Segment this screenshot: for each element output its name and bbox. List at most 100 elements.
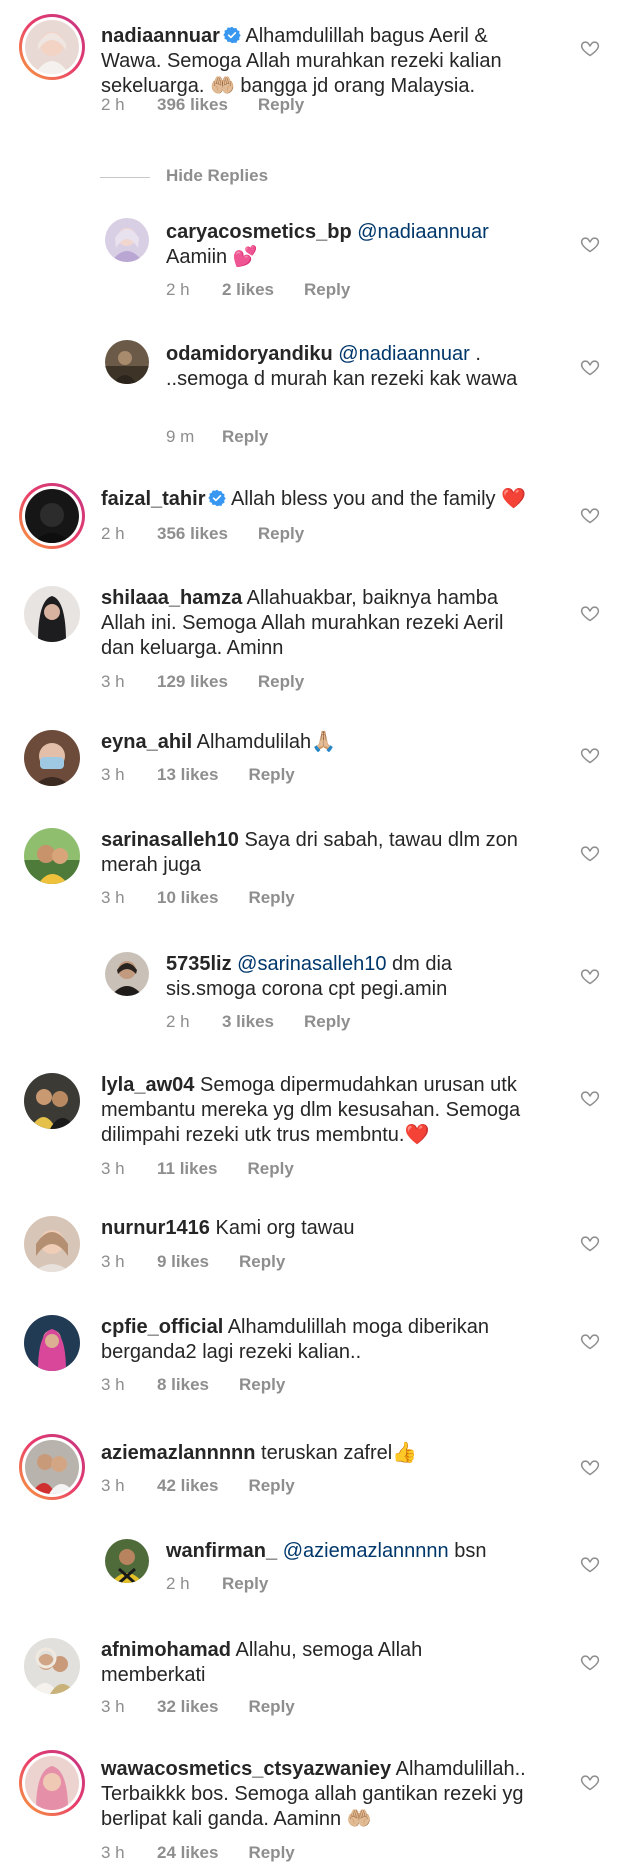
reply-button[interactable]: Reply <box>304 280 350 300</box>
reply-button[interactable]: Reply <box>248 765 294 785</box>
avatar[interactable] <box>24 1638 80 1694</box>
avatar[interactable] <box>24 1315 80 1371</box>
avatar[interactable] <box>19 1750 85 1816</box>
username[interactable]: lyla_aw04 <box>101 1074 194 1096</box>
timestamp: 3 h <box>101 672 125 691</box>
username[interactable]: aziemazlannnnn <box>101 1442 255 1464</box>
avatar[interactable] <box>24 586 80 642</box>
like-heart-icon[interactable] <box>580 966 600 986</box>
reply-button[interactable]: Reply <box>222 1574 268 1594</box>
mention-link[interactable]: @nadiaannuar <box>357 221 489 243</box>
like-heart-icon[interactable] <box>580 1233 600 1253</box>
mention-link[interactable]: @nadiaannuar <box>338 343 470 365</box>
likes-count[interactable]: 32 likes <box>157 1697 218 1717</box>
avatar[interactable] <box>24 1216 80 1272</box>
likes-count[interactable]: 8 likes <box>157 1375 209 1395</box>
comment-meta: 3 h 13 likes Reply <box>101 765 295 785</box>
reply-button[interactable]: Reply <box>304 1012 350 1032</box>
like-heart-icon[interactable] <box>580 603 600 623</box>
likes-count[interactable]: 10 likes <box>157 888 218 908</box>
comment-meta: 2 h 3 likes Reply <box>166 1012 350 1032</box>
likes-count[interactable]: 129 likes <box>157 672 228 692</box>
likes-count[interactable]: 2 likes <box>222 280 274 300</box>
like-heart-icon[interactable] <box>580 1772 600 1792</box>
likes-count[interactable]: 3 likes <box>222 1012 274 1032</box>
like-heart-icon[interactable] <box>580 745 600 765</box>
timestamp: 2 h <box>101 95 125 114</box>
reply-button[interactable]: Reply <box>239 1375 285 1395</box>
timestamp: 2 h <box>166 1012 190 1031</box>
comment-text: eyna_ahil Alhamdulilah🙏🏼 <box>101 730 531 755</box>
timestamp: 3 h <box>101 1697 125 1716</box>
likes-count[interactable]: 24 likes <box>157 1843 218 1863</box>
likes-count[interactable]: 356 likes <box>157 524 228 544</box>
reply-button[interactable]: Reply <box>248 888 294 908</box>
username[interactable]: wawacosmetics_ctsyazwaniey <box>101 1758 391 1780</box>
reply-button[interactable]: Reply <box>248 1159 294 1179</box>
username[interactable]: eyna_ahil <box>101 731 192 753</box>
reply-button[interactable]: Reply <box>258 95 304 115</box>
divider <box>100 177 150 178</box>
avatar[interactable] <box>105 952 149 996</box>
like-heart-icon[interactable] <box>580 357 600 377</box>
likes-count[interactable]: 9 likes <box>157 1252 209 1272</box>
like-heart-icon[interactable] <box>580 843 600 863</box>
username[interactable]: nadiaannuar <box>101 25 220 47</box>
mention-link[interactable]: @aziemazlannnnn <box>283 1540 449 1562</box>
timestamp: 3 h <box>101 1252 125 1271</box>
reply-button[interactable]: Reply <box>258 524 304 544</box>
like-heart-icon[interactable] <box>580 38 600 58</box>
avatar[interactable] <box>24 730 80 786</box>
avatar[interactable] <box>24 1073 80 1129</box>
avatar[interactable] <box>19 1434 85 1500</box>
likes-count[interactable]: 396 likes <box>157 95 228 115</box>
username[interactable]: caryacosmetics_bp <box>166 221 352 243</box>
hide-replies-button[interactable]: Hide Replies <box>100 166 400 190</box>
likes-count[interactable]: 11 likes <box>157 1159 218 1179</box>
reply-button[interactable]: Reply <box>248 1697 294 1717</box>
avatar[interactable] <box>19 14 85 80</box>
like-heart-icon[interactable] <box>580 1088 600 1108</box>
mention-link[interactable]: @sarinasalleh10 <box>237 953 386 975</box>
reply-button[interactable]: Reply <box>239 1252 285 1272</box>
username[interactable]: cpfie_official <box>101 1316 223 1338</box>
avatar[interactable] <box>105 218 149 262</box>
reply-button[interactable]: Reply <box>248 1476 294 1496</box>
timestamp: 3 h <box>101 1843 125 1862</box>
timestamp: 9 m <box>166 427 195 446</box>
avatar[interactable] <box>105 340 149 384</box>
timestamp: 2 h <box>166 1574 190 1593</box>
like-heart-icon[interactable] <box>580 234 600 254</box>
comment-meta: 3 h 9 likes Reply <box>101 1252 285 1272</box>
timestamp: 3 h <box>101 888 125 907</box>
comment-meta: 2 h Reply <box>166 1574 268 1594</box>
comment-meta: 3 h 24 likes Reply <box>101 1843 295 1863</box>
username[interactable]: odamidoryandiku <box>166 343 333 365</box>
comment-text: nurnur1416 Kami org tawau <box>101 1216 531 1241</box>
comment-meta: 3 h 11 likes Reply <box>101 1159 294 1179</box>
comment-meta: 3 h 42 likes Reply <box>101 1476 295 1496</box>
username[interactable]: faizal_tahir <box>101 488 205 510</box>
likes-count[interactable]: 13 likes <box>157 765 218 785</box>
username[interactable]: wanfirman_ <box>166 1540 277 1562</box>
like-heart-icon[interactable] <box>580 1554 600 1574</box>
likes-count[interactable]: 42 likes <box>157 1476 218 1496</box>
avatar[interactable] <box>24 828 80 884</box>
comment-text: caryacosmetics_bp @nadiaannuar Aamiin 💕 <box>166 220 536 270</box>
avatar[interactable] <box>19 483 85 549</box>
reply-button[interactable]: Reply <box>222 427 268 447</box>
like-heart-icon[interactable] <box>580 1331 600 1351</box>
avatar[interactable] <box>105 1539 149 1583</box>
comment-body: teruskan zafrel👍 <box>261 1442 418 1464</box>
username[interactable]: shilaaa_hamza <box>101 587 242 609</box>
like-heart-icon[interactable] <box>580 1457 600 1477</box>
reply-button[interactable]: Reply <box>258 672 304 692</box>
comment-text: cpfie_official Alhamdulillah moga diberi… <box>101 1315 531 1365</box>
username[interactable]: afnimohamad <box>101 1639 231 1661</box>
like-heart-icon[interactable] <box>580 505 600 525</box>
username[interactable]: nurnur1416 <box>101 1217 210 1239</box>
reply-button[interactable]: Reply <box>248 1843 294 1863</box>
username[interactable]: 5735liz <box>166 953 232 975</box>
username[interactable]: sarinasalleh10 <box>101 829 239 851</box>
like-heart-icon[interactable] <box>580 1652 600 1672</box>
